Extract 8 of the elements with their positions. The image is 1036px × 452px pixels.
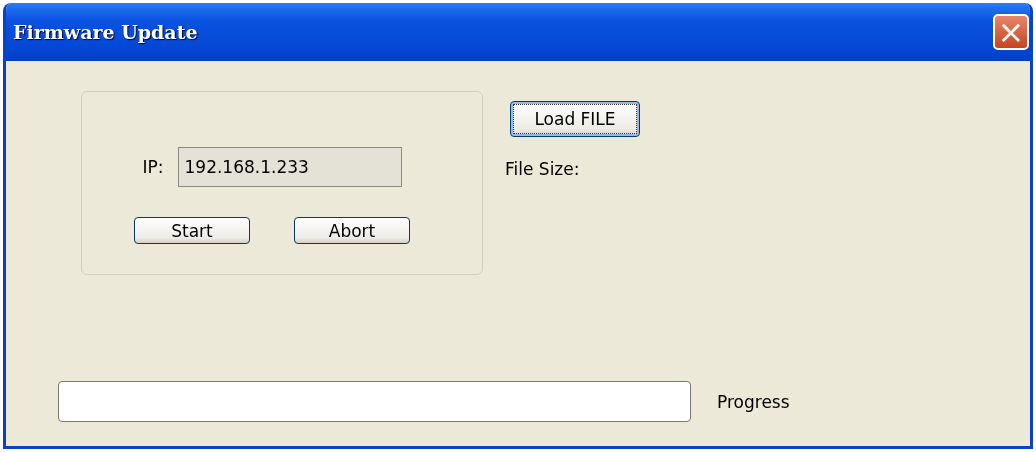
action-button[interactable]: Abort	[294, 217, 410, 244]
load-file-button[interactable]: Load FILE	[510, 101, 640, 137]
ip-label: IP:	[142, 157, 164, 177]
file-size-label: File Size:	[505, 159, 580, 179]
action-button[interactable]: Start	[134, 217, 250, 244]
close-button[interactable]: ×	[993, 14, 1029, 50]
window-title: Firmware Update	[13, 21, 198, 43]
progress-label: Progress	[717, 391, 790, 412]
